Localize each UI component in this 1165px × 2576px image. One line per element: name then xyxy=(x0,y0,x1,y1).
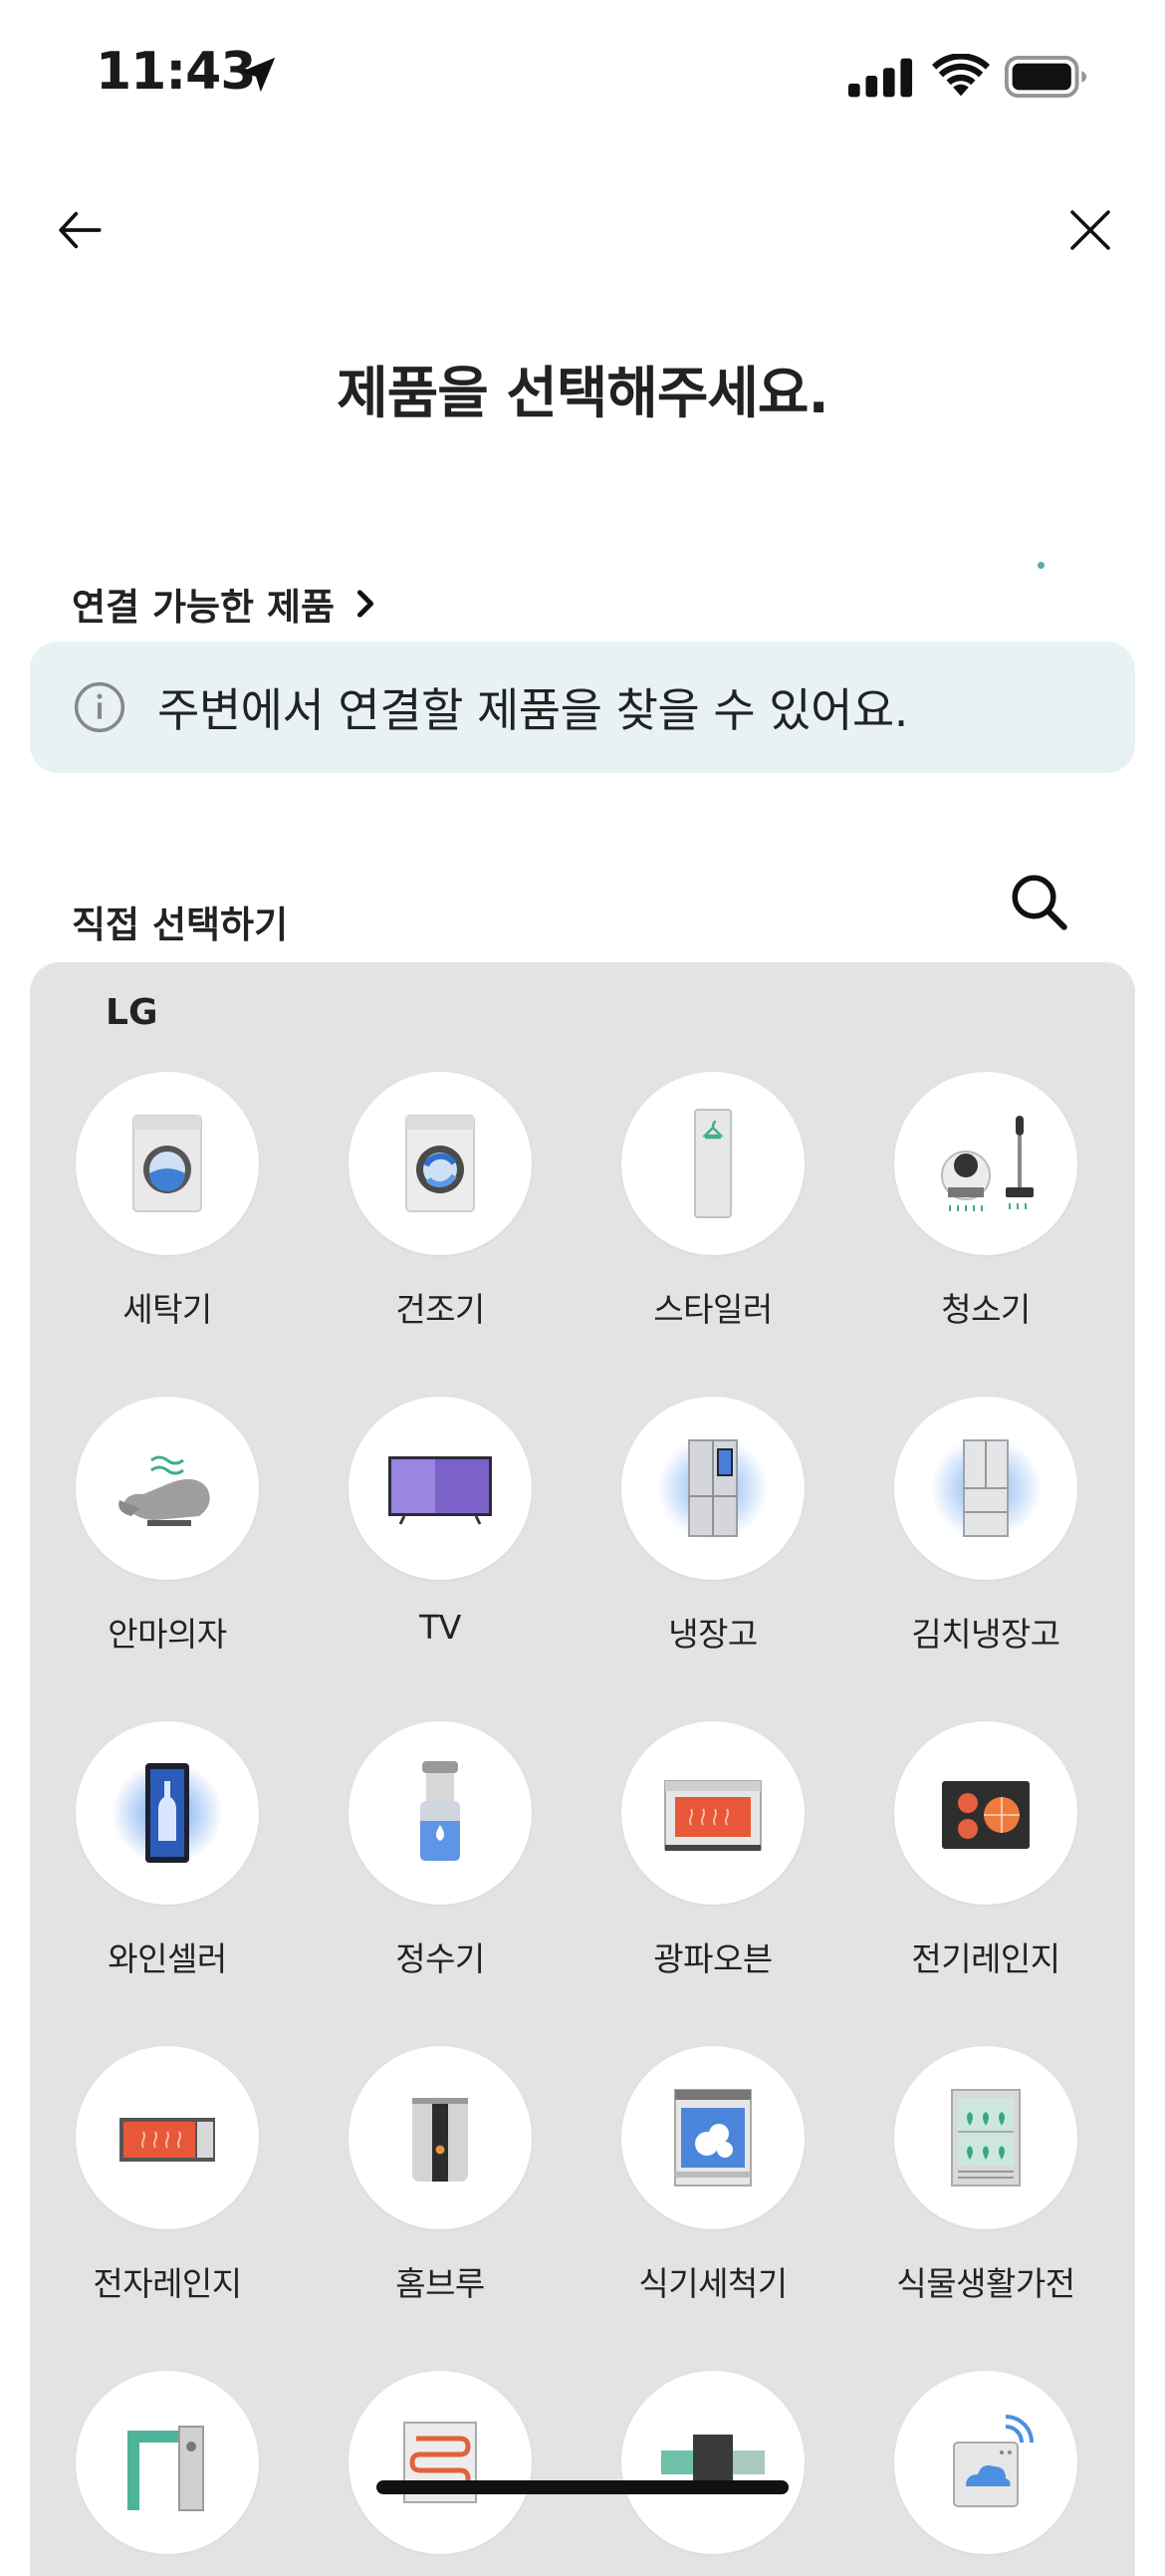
air-purifier-icon xyxy=(127,2426,204,2511)
product-icon-circle xyxy=(621,1397,805,1580)
wine-cellar-icon xyxy=(112,1761,223,1865)
product-icon-circle xyxy=(894,2371,1077,2554)
location-arrow-icon xyxy=(240,57,276,93)
close-icon xyxy=(1070,210,1110,250)
product-label: 청소기 xyxy=(941,1290,1031,1329)
product-label: TV xyxy=(419,1608,461,1647)
info-banner[interactable]: 주변에서 연결할 제품을 찾을 수 있어요. xyxy=(30,642,1135,773)
product-label: 안마의자 xyxy=(108,1615,227,1654)
product-icon-circle xyxy=(894,1721,1077,1905)
product-label: 김치냉장고 xyxy=(911,1615,1060,1654)
product-icon-circle xyxy=(349,2371,532,2554)
wifi-icon xyxy=(932,54,990,97)
plant-cultivator-icon xyxy=(951,2089,1021,2187)
product-item-kimchi-refrigerator[interactable]: 김치냉장고 xyxy=(848,1397,1123,1695)
styler-icon xyxy=(694,1109,732,1218)
product-icon-circle xyxy=(349,1721,532,1905)
ventilation-icon xyxy=(661,2435,765,2490)
info-banner-text: 주변에서 연결할 제품을 찾을 수 있어요. xyxy=(157,683,908,737)
product-label: 식물생활가전 xyxy=(896,2264,1075,2303)
product-icon-circle xyxy=(76,1072,259,1255)
search-button[interactable] xyxy=(1000,863,1079,942)
brand-label: LG xyxy=(106,992,158,1033)
product-item-water-purifier[interactable]: 정수기 xyxy=(303,1721,578,2020)
smart-sensor-icon xyxy=(953,2415,1034,2507)
product-item-smart-sensor[interactable] xyxy=(848,2371,1123,2576)
kimchi-refrigerator-icon xyxy=(930,1436,1042,1540)
product-icon-circle xyxy=(76,1397,259,1580)
product-item-styler[interactable]: 스타일러 xyxy=(576,1072,850,1371)
product-label: 홈브루 xyxy=(395,2264,485,2303)
product-label: 전기레인지 xyxy=(911,1939,1060,1978)
product-icon-circle xyxy=(621,1072,805,1255)
battery-icon xyxy=(1005,56,1087,98)
product-item-plant-cultivator[interactable]: 식물생활가전 xyxy=(848,2046,1123,2345)
product-icon-circle xyxy=(621,2371,805,2554)
product-label: 정수기 xyxy=(395,1939,485,1978)
product-item-microwave[interactable]: 전자레인지 xyxy=(30,2046,305,2345)
home-indicator xyxy=(376,2480,789,2494)
arrow-left-icon xyxy=(59,211,102,249)
product-label: 와인셀러 xyxy=(108,1939,227,1978)
dishwasher-icon xyxy=(674,2089,752,2187)
product-icon-circle xyxy=(621,2046,805,2229)
product-item-wine-cellar[interactable]: 와인셀러 xyxy=(30,1721,305,2020)
product-icon-circle xyxy=(76,2371,259,2554)
direct-select-label: 직접 선택하기 xyxy=(72,903,289,946)
product-icon-circle xyxy=(349,2046,532,2229)
status-time: 11:43 xyxy=(96,42,257,102)
product-icon-circle xyxy=(76,2046,259,2229)
product-item-oven[interactable]: 광파오븐 xyxy=(576,1721,850,2020)
product-item-vacuum[interactable]: 청소기 xyxy=(848,1072,1123,1371)
product-item-heater[interactable] xyxy=(303,2371,578,2576)
back-button[interactable] xyxy=(40,189,121,271)
water-purifier-icon xyxy=(420,1761,460,1861)
product-label: 전자레인지 xyxy=(93,2264,242,2303)
indicator-dot xyxy=(1038,562,1045,569)
product-icon-circle xyxy=(894,1397,1077,1580)
search-icon xyxy=(1012,875,1067,930)
available-products-label: 연결 가능한 제품 xyxy=(72,586,336,629)
tv-icon xyxy=(388,1456,492,1525)
product-label: 식기세척기 xyxy=(638,2264,788,2303)
product-item-dryer[interactable]: 건조기 xyxy=(303,1072,578,1371)
product-item-refrigerator[interactable]: 냉장고 xyxy=(576,1397,850,1695)
heater-icon xyxy=(403,2422,477,2503)
product-item-homebrew[interactable]: 홈브루 xyxy=(303,2046,578,2345)
product-label: 스타일러 xyxy=(653,1290,773,1329)
massage-chair-icon xyxy=(118,1455,210,1526)
microwave-icon xyxy=(119,2118,215,2162)
product-item-electric-range[interactable]: 전기레인지 xyxy=(848,1721,1123,2020)
product-item-massage-chair[interactable]: 안마의자 xyxy=(30,1397,305,1695)
product-icon-circle xyxy=(621,1721,805,1905)
product-label: 건조기 xyxy=(395,1290,485,1329)
product-item-ventilation[interactable] xyxy=(576,2371,850,2576)
dryer-icon xyxy=(405,1115,475,1212)
info-icon xyxy=(74,681,125,733)
available-products-link[interactable]: 연결 가능한 제품 xyxy=(72,576,378,632)
homebrew-icon xyxy=(412,2098,468,2182)
product-item-tv[interactable]: TV xyxy=(303,1397,578,1695)
product-item-washer[interactable]: 세탁기 xyxy=(30,1072,305,1371)
product-label: 세탁기 xyxy=(122,1290,212,1329)
vacuum-icon xyxy=(941,1116,1034,1211)
product-item-dishwasher[interactable]: 식기세척기 xyxy=(576,2046,850,2345)
cellular-signal-icon xyxy=(848,58,913,98)
refrigerator-icon xyxy=(657,1436,769,1540)
product-item-air-purifier[interactable] xyxy=(30,2371,305,2576)
washer-icon xyxy=(132,1115,202,1212)
electric-range-icon xyxy=(942,1781,1030,1849)
product-icon-circle xyxy=(894,2046,1077,2229)
product-icon-circle xyxy=(349,1397,532,1580)
page-title: 제품을 선택해주세요. xyxy=(337,362,828,426)
product-icon-circle xyxy=(349,1072,532,1255)
product-panel: LG 세탁기 건조기 스타일러 청소기 안마의자 TV 냉장고 김치냉장고 와인… xyxy=(30,962,1135,2576)
product-label: 냉장고 xyxy=(668,1615,758,1654)
product-icon-circle xyxy=(76,1721,259,1905)
oven-icon xyxy=(664,1780,762,1851)
close-button[interactable] xyxy=(1049,189,1131,271)
product-label: 광파오븐 xyxy=(653,1939,773,1978)
product-icon-circle xyxy=(894,1072,1077,1255)
chevron-right-icon xyxy=(356,590,374,618)
